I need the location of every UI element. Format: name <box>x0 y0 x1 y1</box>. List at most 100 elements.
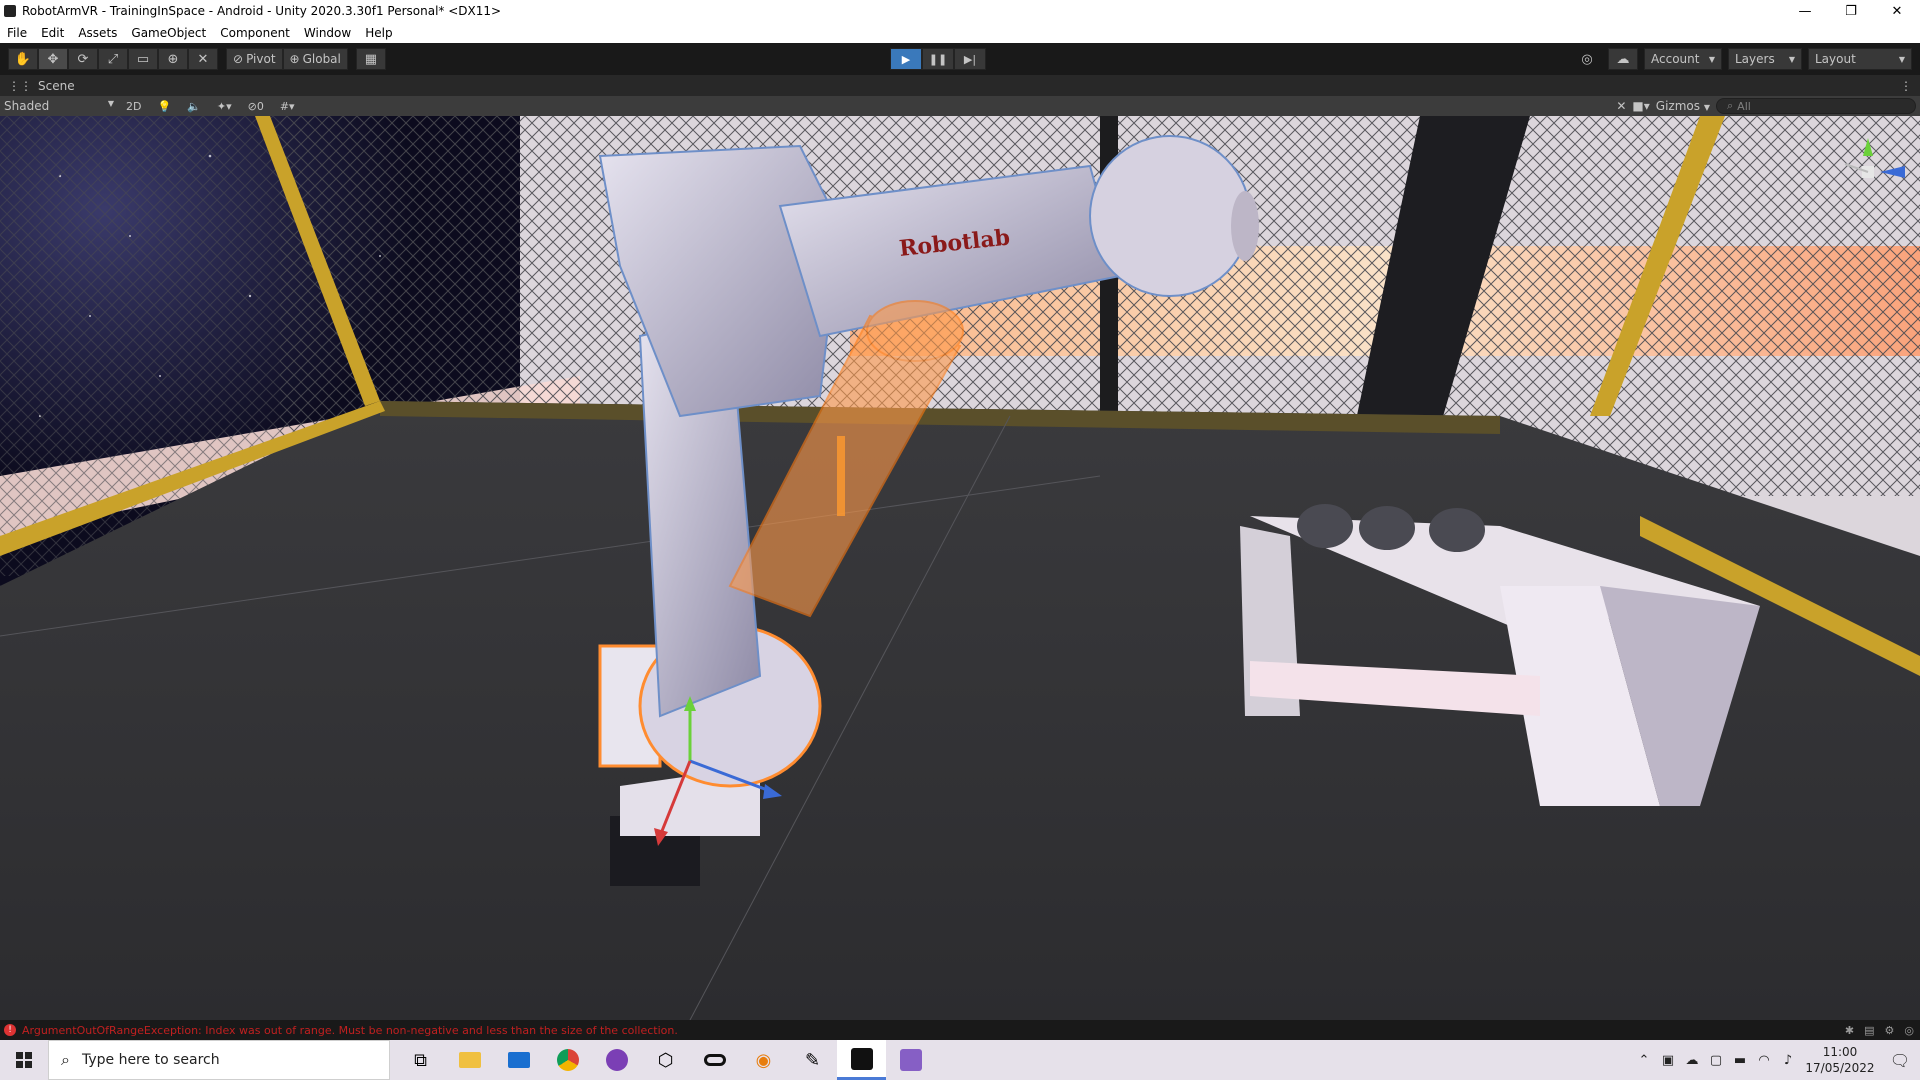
menu-assets[interactable]: Assets <box>71 26 124 40</box>
chevron-down-icon: ▼ <box>1708 54 1715 64</box>
file-explorer-icon[interactable] <box>445 1040 494 1080</box>
more-options-icon[interactable]: ⋮ <box>1900 79 1912 93</box>
layout-dropdown[interactable]: Layout ▼ <box>1808 48 1912 70</box>
cache-icon[interactable]: ▤ <box>1864 1024 1874 1037</box>
hand-tool-icon[interactable]: ✋ <box>8 48 38 70</box>
scene-tab-bar: ⋮⋮ Scene ⋮ <box>0 75 1920 96</box>
main-toolbar: ✋ ✥ ⟳ ⤢ ▭ ⊕ ✕ ⊘ Pivot ⊕ Global ▦ ▶ ❚❚ ▶|… <box>0 43 1920 75</box>
gizmos-label: Gizmos <box>1655 99 1701 113</box>
menu-help[interactable]: Help <box>358 26 399 40</box>
clock-time: 11:00 <box>1822 1045 1858 1059</box>
pivot-group: ⊘ Pivot ⊕ Global <box>226 48 348 70</box>
chevron-down-icon: ▼ <box>1788 54 1795 64</box>
clock[interactable]: 11:00 17/05/2022 <box>1800 1044 1880 1076</box>
play-button[interactable]: ▶ <box>890 48 922 70</box>
step-button[interactable]: ▶| <box>954 48 986 70</box>
search-placeholder: All <box>1737 99 1751 113</box>
mail-icon[interactable] <box>494 1040 543 1080</box>
inkscape-icon[interactable]: ✎ <box>788 1040 837 1080</box>
console-status-bar[interactable]: ! ArgumentOutOfRangeException: Index was… <box>0 1020 1920 1040</box>
wifi-icon[interactable]: ◠ <box>1752 1053 1776 1068</box>
scene-bar-right: ✕ ■▾ Gizmos ▼ ⌕ All <box>1616 98 1920 114</box>
notification-icon[interactable]: 🗨 <box>1880 1051 1920 1070</box>
scale-tool-icon[interactable]: ⤢ <box>98 48 128 70</box>
error-message: ArgumentOutOfRangeException: Index was o… <box>22 1023 678 1037</box>
pivot-toggle-button[interactable]: ⊘ Pivot <box>226 48 283 70</box>
effects-toggle-icon[interactable]: ✦▾ <box>209 100 240 113</box>
task-view-icon[interactable]: ⧉ <box>396 1040 445 1080</box>
minimize-button[interactable]: — <box>1782 0 1828 22</box>
shading-mode-dropdown[interactable]: Shaded ▼ <box>0 99 118 113</box>
global-label: Global <box>302 52 341 66</box>
window-controls: — ❐ ✕ <box>1782 0 1920 22</box>
volume-icon[interactable]: ♪ <box>1776 1053 1800 1068</box>
tools-icon[interactable]: ✕ <box>1616 99 1626 113</box>
hidden-objects-toggle[interactable]: ⊘0 <box>240 100 272 113</box>
layout-label: Layout <box>1815 52 1856 66</box>
menu-component[interactable]: Component <box>213 26 297 40</box>
scene-viewport[interactable]: Robotlab <box>0 116 1920 1020</box>
camera-icon[interactable]: ■▾ <box>1632 99 1649 113</box>
chrome-icon[interactable] <box>543 1040 592 1080</box>
onedrive-icon[interactable]: ☁ <box>1680 1053 1704 1068</box>
grid-group: ▦ <box>355 48 386 70</box>
grid-snap-icon[interactable]: ▦ <box>355 48 386 70</box>
pause-button[interactable]: ❚❚ <box>922 48 954 70</box>
window-title: RobotArmVR - TrainingInSpace - Android -… <box>22 4 502 18</box>
system-tray: ⌃ ▣ ☁ ▢ ▬ ◠ ♪ 11:00 17/05/2022 🗨 <box>1632 1040 1920 1080</box>
toolbar-right: ◎ ☁ Account ▼ Layers ▼ Layout ▼ <box>1572 48 1912 70</box>
chevron-down-icon: ▼ <box>1703 103 1710 112</box>
oculus-icon[interactable] <box>690 1040 739 1080</box>
unity-editor-icon[interactable] <box>837 1040 886 1080</box>
scripts-icon[interactable]: ⚙ <box>1885 1024 1895 1037</box>
collab-icon[interactable]: ◎ <box>1572 48 1602 70</box>
gizmos-dropdown[interactable]: Gizmos ▼ <box>1656 99 1710 113</box>
custom-tool-icon[interactable]: ✕ <box>188 48 218 70</box>
menu-gameobject[interactable]: GameObject <box>124 26 213 40</box>
layers-label: Layers <box>1735 52 1775 66</box>
hidden-count: 0 <box>256 99 264 113</box>
audio-toggle-icon[interactable]: 🔈 <box>179 100 209 113</box>
taskbar-search-input[interactable]: ⌕ Type here to search <box>48 1040 390 1080</box>
grid-visibility-icon[interactable]: #▾ <box>272 100 303 113</box>
unity-hub-icon[interactable]: ⬡ <box>641 1040 690 1080</box>
rect-tool-icon[interactable]: ▭ <box>128 48 158 70</box>
chevron-up-icon[interactable]: ⌃ <box>1632 1053 1656 1068</box>
visual-studio-icon[interactable] <box>886 1040 935 1080</box>
blender-icon[interactable]: ◉ <box>739 1040 788 1080</box>
globe-icon: ⊕ <box>289 52 300 66</box>
shading-mode-label: Shaded <box>4 99 50 113</box>
monitor-icon[interactable]: ▢ <box>1704 1053 1728 1068</box>
clock-date: 17/05/2022 <box>1805 1061 1875 1075</box>
balls <box>1297 504 1485 552</box>
menu-file[interactable]: File <box>0 26 34 40</box>
windows-logo-icon <box>16 1052 32 1068</box>
github-desktop-icon[interactable] <box>592 1040 641 1080</box>
global-toggle-button[interactable]: ⊕ Global <box>282 48 348 70</box>
menu-window[interactable]: Window <box>297 26 358 40</box>
menu-bar: File Edit Assets GameObject Component Wi… <box>0 22 1920 43</box>
scene-search-input[interactable]: ⌕ All <box>1716 98 1916 114</box>
close-button[interactable]: ✕ <box>1874 0 1920 22</box>
device-icon[interactable]: ▣ <box>1656 1053 1680 1068</box>
battery-icon[interactable]: ▬ <box>1728 1053 1752 1068</box>
chevron-down-icon: ▼ <box>107 99 114 108</box>
pivot-icon: ⊘ <box>233 52 244 66</box>
menu-edit[interactable]: Edit <box>34 26 71 40</box>
chevron-down-icon: ▼ <box>1898 54 1905 64</box>
unity-logo-icon <box>4 5 16 17</box>
lighting-toggle-icon[interactable]: 💡 <box>149 100 179 113</box>
cloud-icon[interactable]: ☁ <box>1608 48 1638 70</box>
account-dropdown[interactable]: Account ▼ <box>1644 48 1722 70</box>
tab-scene[interactable]: ⋮⋮ Scene <box>0 79 83 93</box>
maximize-button[interactable]: ❐ <box>1828 0 1874 22</box>
transform-tool-icon[interactable]: ⊕ <box>158 48 188 70</box>
layers-dropdown[interactable]: Layers ▼ <box>1728 48 1802 70</box>
start-button[interactable] <box>0 1040 48 1080</box>
rotate-tool-icon[interactable]: ⟳ <box>68 48 98 70</box>
scene-control-bar: Shaded ▼ 2D 💡 🔈 ✦▾ ⊘0 #▾ ✕ ■▾ Gizmos ▼ ⌕… <box>0 96 1920 116</box>
debug-icon[interactable]: ✱ <box>1845 1024 1854 1037</box>
move-tool-icon[interactable]: ✥ <box>38 48 68 70</box>
2d-toggle-button[interactable]: 2D <box>118 100 149 113</box>
progress-icon[interactable]: ◎ <box>1904 1024 1914 1037</box>
